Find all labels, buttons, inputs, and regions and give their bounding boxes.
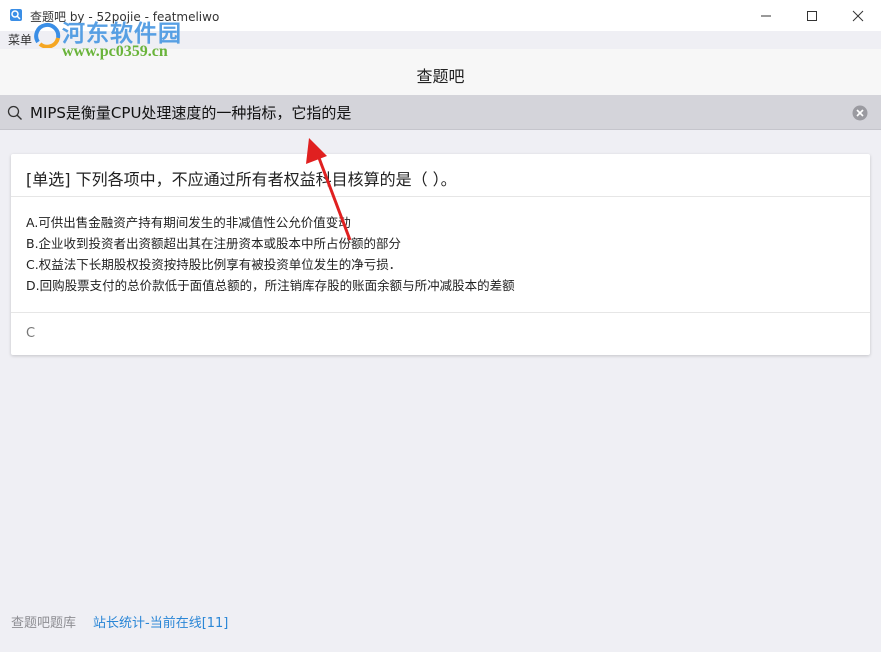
- question-card: [单选] 下列各项中，不应通过所有者权益科目核算的是（ ）。 A.可供出售金融资…: [11, 154, 870, 355]
- maximize-icon: [807, 10, 817, 21]
- maximize-button[interactable]: [789, 0, 835, 31]
- search-icon[interactable]: [7, 105, 23, 121]
- minimize-button[interactable]: [743, 0, 789, 31]
- annotation-arrow-icon: [306, 138, 352, 241]
- footer-source: 查题吧题库: [11, 616, 77, 631]
- question-header: [单选] 下列各项中，不应通过所有者权益科目核算的是（ ）。: [11, 154, 870, 197]
- option-b: B.企业收到投资者出资额超出其在注册资本或股本中所占份额的部分: [26, 236, 402, 251]
- close-button[interactable]: [835, 0, 881, 31]
- app-icon: [10, 9, 22, 21]
- window-title: 查题吧 by - 52pojie - featmeliwo: [30, 10, 220, 24]
- navigation-bar: 查题吧: [0, 49, 881, 95]
- menu-button[interactable]: 菜单: [8, 31, 32, 48]
- search-bar: [0, 95, 881, 130]
- card-divider: [11, 312, 870, 313]
- minimize-icon: [761, 15, 771, 16]
- option-d: D.回购股票支付的总价款低于面值总额的，所注销库存股的账面余额与所冲减股本的差额: [26, 278, 515, 293]
- question-text: [单选] 下列各项中，不应通过所有者权益科目核算的是（ ）。: [26, 170, 457, 189]
- search-input[interactable]: [30, 100, 830, 124]
- clear-icon[interactable]: [852, 105, 868, 121]
- window-titlebar: 查题吧 by - 52pojie - featmeliwo: [0, 0, 881, 31]
- option-a: A.可供出售金融资产持有期间发生的非减值性公允价值变动: [26, 215, 351, 230]
- stats-link[interactable]: 站长统计-当前在线[11]: [93, 612, 228, 631]
- answer-text: C: [26, 326, 36, 341]
- option-c: C.权益法下长期股权投资按持股比例享有被投资单位发生的净亏损．: [26, 257, 402, 272]
- options-list: A.可供出售金融资产持有期间发生的非减值性公允价值变动 B.企业收到投资者出资额…: [26, 212, 856, 296]
- page-title: 查题吧: [416, 67, 465, 86]
- close-icon: [852, 10, 864, 21]
